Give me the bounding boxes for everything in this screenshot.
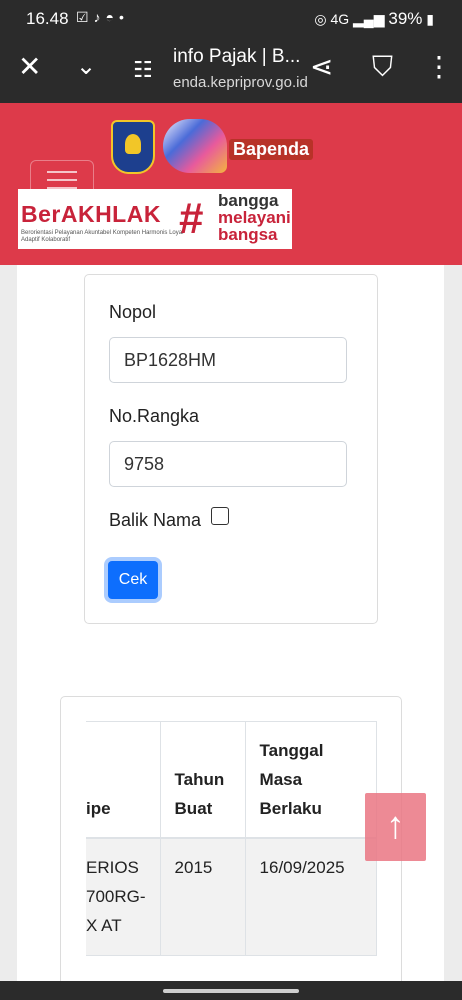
status-time: 16.48 — [26, 9, 69, 28]
banner-line-1: bangga — [218, 191, 279, 210]
status-right: ◎ 4G ▂▄▆ 39% ▮ — [314, 9, 434, 29]
result-card: ipe Tahun Buat Tanggal Masa Berlaku ERIO… — [60, 696, 402, 981]
site-header: Bapenda BerAKHLAK Berorientasi Pelayanan… — [0, 103, 462, 265]
berakhlak-banner: BerAKHLAK Berorientasi Pelayanan Akuntab… — [18, 189, 292, 249]
chevron-down-icon[interactable]: ⌄ — [76, 50, 96, 84]
notification-icons: ☑♪◓• — [76, 9, 129, 25]
balik-nama-label: Balik Nama — [109, 510, 202, 530]
result-table-scroll[interactable]: ipe Tahun Buat Tanggal Masa Berlaku ERIO… — [86, 721, 378, 957]
table-header: ipe — [86, 721, 161, 839]
table-cell: 16/09/2025 — [244, 837, 377, 956]
province-crest-logo — [111, 120, 155, 174]
vehicle-check-form: Nopol BP1628HM No.Rangka 9758 Balik Nama… — [84, 274, 378, 624]
more-vert-icon[interactable]: ⋮ — [425, 50, 453, 84]
gesture-handle[interactable] — [163, 989, 299, 993]
nopol-input[interactable]: BP1628HM — [109, 337, 347, 383]
banner-hash: # — [179, 194, 204, 243]
banner-tagline: Berorientasi Pelayanan Akuntabel Kompete… — [21, 230, 184, 243]
table-header: Tahun Buat — [159, 721, 246, 839]
signal-icon: ▂▄▆ — [353, 11, 385, 27]
browser-toolbar: ✕ ⌄ ☷ info Pajak | B... enda.kepriprov.g… — [0, 36, 462, 103]
banner-berakhlak: BerAKHLAK — [21, 201, 161, 227]
bapenda-logo-mark — [163, 119, 227, 173]
bapenda-logo-text: Bapenda — [229, 139, 314, 160]
rangka-input[interactable]: 9758 — [109, 441, 347, 487]
table-row: ERIOS 700RG-X AT 2015 16/09/2025 — [86, 837, 377, 956]
arrow-up-icon[interactable]: ↑ — [365, 793, 426, 861]
hotspot-icon: ◎ — [314, 11, 327, 27]
page-title[interactable]: info Pajak | B... — [173, 46, 300, 68]
table-header-row: ipe Tahun Buat Tanggal Masa Berlaku — [86, 721, 377, 839]
table-cell: 2015 — [159, 837, 246, 956]
page-url[interactable]: enda.kepriprov.go.id — [173, 74, 308, 91]
table-cell: ERIOS 700RG-X AT — [86, 837, 161, 956]
tune-icon[interactable]: ☷ — [133, 53, 153, 87]
table-header: Tanggal Masa Berlaku — [244, 721, 377, 839]
share-icon[interactable]: ⋖ — [310, 50, 333, 84]
main-content: Nopol BP1628HM No.Rangka 9758 Balik Nama… — [17, 265, 444, 981]
cek-button[interactable]: Cek — [108, 561, 158, 599]
network-label: 4G — [330, 11, 350, 27]
rangka-label: No.Rangka — [109, 406, 200, 426]
bookmark-icon[interactable]: ⛉ — [372, 50, 393, 84]
system-nav-bar — [0, 981, 462, 1000]
balik-nama-checkbox[interactable] — [211, 507, 229, 525]
battery-icon: ▮ — [426, 11, 434, 27]
nopol-label: Nopol — [109, 302, 157, 322]
status-bar: 16.48 ☑♪◓• ◎ 4G ▂▄▆ 39% ▮ — [0, 0, 462, 36]
battery-level: 39% — [388, 9, 423, 28]
result-table: ipe Tahun Buat Tanggal Masa Berlaku ERIO… — [86, 721, 377, 956]
banner-line-3: bangsa — [218, 225, 278, 244]
close-icon[interactable]: ✕ — [18, 50, 41, 84]
banner-line-2: melayani — [218, 208, 291, 227]
